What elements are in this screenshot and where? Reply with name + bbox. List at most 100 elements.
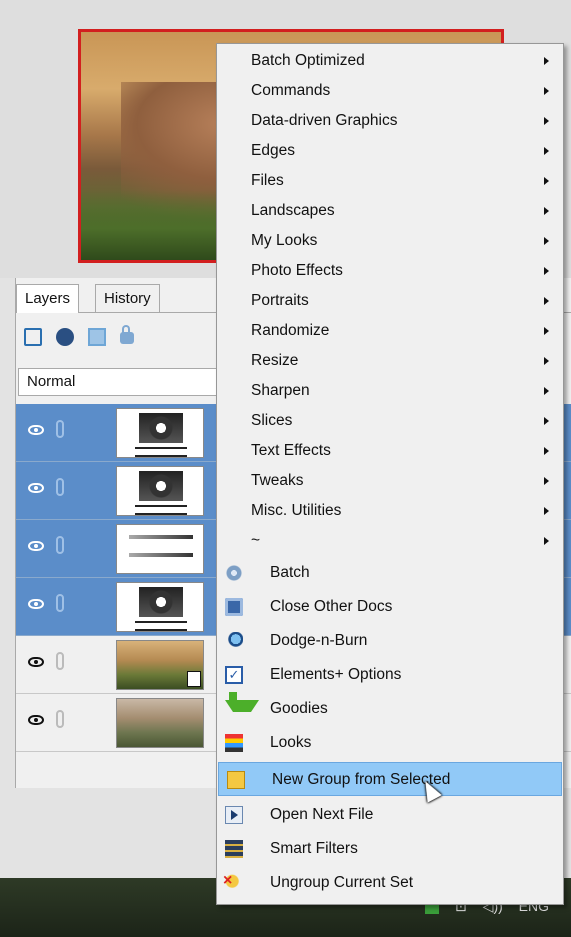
menu-item-label: Smart Filters bbox=[270, 840, 358, 857]
menu-item-label: My Looks bbox=[251, 232, 318, 249]
layer-mask-icon[interactable] bbox=[88, 328, 106, 346]
menu-submenu-portraits[interactable]: Portraits bbox=[217, 286, 563, 316]
submenu-arrow-icon bbox=[544, 477, 549, 485]
visibility-eye-icon[interactable] bbox=[28, 715, 44, 725]
submenu-arrow-icon bbox=[544, 117, 549, 125]
menu-item-label: Slices bbox=[251, 412, 293, 429]
menu-item-smart-filters[interactable]: Smart Filters bbox=[217, 832, 563, 866]
submenu-arrow-icon bbox=[544, 267, 549, 275]
menu-item-label: Edges bbox=[251, 142, 295, 159]
layer-thumbnail bbox=[116, 582, 204, 632]
menu-item-close-other-docs[interactable]: Close Other Docs bbox=[217, 590, 563, 624]
menu-submenu-text-effects[interactable]: Text Effects bbox=[217, 436, 563, 466]
close-docs-icon bbox=[225, 598, 243, 616]
play-next-icon bbox=[225, 806, 243, 824]
blend-mode-select[interactable]: Normal ▼ bbox=[18, 368, 243, 396]
menu-item-goodies[interactable]: Goodies bbox=[217, 692, 563, 726]
menu-submenu-edges[interactable]: Edges bbox=[217, 136, 563, 166]
submenu-arrow-icon bbox=[544, 327, 549, 335]
layer-thumbnail bbox=[116, 640, 204, 690]
submenu-arrow-icon bbox=[544, 357, 549, 365]
layer-thumbnail bbox=[116, 466, 204, 516]
submenu-arrow-icon bbox=[544, 447, 549, 455]
menu-item-label: Batch Optimized bbox=[251, 52, 365, 69]
link-chain-icon[interactable] bbox=[56, 478, 64, 496]
menu-item-label: Text Effects bbox=[251, 442, 331, 459]
submenu-arrow-icon bbox=[544, 537, 549, 545]
menu-submenu-photo-effects[interactable]: Photo Effects bbox=[217, 256, 563, 286]
adjustment-layer-icon[interactable] bbox=[56, 328, 74, 346]
layer-thumbnail bbox=[116, 408, 204, 458]
menu-submenu-batch-optimized[interactable]: Batch Optimized bbox=[217, 46, 563, 76]
menu-item-looks[interactable]: Looks bbox=[217, 726, 563, 760]
layer-thumbnail bbox=[116, 698, 204, 748]
blend-mode-value: Normal bbox=[27, 373, 76, 390]
menu-item-label: Elements+ Options bbox=[270, 666, 402, 683]
visibility-eye-icon[interactable] bbox=[28, 599, 44, 609]
menu-item-label: ~ bbox=[251, 532, 261, 549]
menu-submenu-slices[interactable]: Slices bbox=[217, 406, 563, 436]
menu-submenu-files[interactable]: Files bbox=[217, 166, 563, 196]
submenu-arrow-icon bbox=[544, 417, 549, 425]
menu-item-open-next-file[interactable]: Open Next File bbox=[217, 798, 563, 832]
folder-group-icon bbox=[227, 771, 245, 789]
checkbox-icon: ✓ bbox=[225, 666, 243, 684]
menu-item-elements-options[interactable]: ✓ Elements+ Options bbox=[217, 658, 563, 692]
menu-item-label: Resize bbox=[251, 352, 299, 369]
menu-item-new-group-from-selected[interactable]: New Group from Selected bbox=[218, 762, 562, 796]
dodge-burn-icon bbox=[225, 632, 243, 650]
menu-submenu-data-driven-graphics[interactable]: Data-driven Graphics bbox=[217, 106, 563, 136]
menu-item-label: Data-driven Graphics bbox=[251, 112, 398, 129]
menu-submenu-landscapes[interactable]: Landscapes bbox=[217, 196, 563, 226]
menu-item-label: Close Other Docs bbox=[270, 598, 393, 615]
smart-object-icon bbox=[187, 671, 201, 687]
link-chain-icon[interactable] bbox=[56, 710, 64, 728]
visibility-eye-icon[interactable] bbox=[28, 657, 44, 667]
tab-history[interactable]: History bbox=[95, 284, 160, 312]
menu-item-label: Photo Effects bbox=[251, 262, 343, 279]
menu-item-label: Goodies bbox=[270, 700, 328, 717]
submenu-arrow-icon bbox=[544, 297, 549, 305]
submenu-arrow-icon bbox=[544, 57, 549, 65]
tab-layers[interactable]: Layers bbox=[16, 284, 80, 313]
menu-item-label: Batch bbox=[270, 564, 310, 581]
menu-submenu-misc-utilities[interactable]: Misc. Utilities bbox=[217, 496, 563, 526]
menu-item-dodge-n-burn[interactable]: Dodge-n-Burn bbox=[217, 624, 563, 658]
menu-submenu-tweaks[interactable]: Tweaks bbox=[217, 466, 563, 496]
menu-item-label: Files bbox=[251, 172, 284, 189]
menu-item-label: Sharpen bbox=[251, 382, 310, 399]
link-chain-icon[interactable] bbox=[56, 420, 64, 438]
visibility-eye-icon[interactable] bbox=[28, 483, 44, 493]
menu-item-batch[interactable]: Batch bbox=[217, 556, 563, 590]
menu-submenu-commands[interactable]: Commands bbox=[217, 76, 563, 106]
menu-item-label: Randomize bbox=[251, 322, 330, 339]
menu-item-label: Looks bbox=[270, 734, 312, 751]
link-chain-icon[interactable] bbox=[56, 594, 64, 612]
visibility-eye-icon[interactable] bbox=[28, 541, 44, 551]
layer-thumbnail bbox=[116, 524, 204, 574]
menu-submenu-randomize[interactable]: Randomize bbox=[217, 316, 563, 346]
menu-item-label: Landscapes bbox=[251, 202, 335, 219]
submenu-arrow-icon bbox=[544, 177, 549, 185]
visibility-eye-icon[interactable] bbox=[28, 425, 44, 435]
submenu-arrow-icon bbox=[544, 387, 549, 395]
menu-submenu-tilde[interactable]: ~ bbox=[217, 526, 563, 556]
menu-submenu-resize[interactable]: Resize bbox=[217, 346, 563, 376]
menu-item-label: Dodge-n-Burn bbox=[270, 632, 368, 649]
menu-item-label: Misc. Utilities bbox=[251, 502, 342, 519]
menu-submenu-my-looks[interactable]: My Looks bbox=[217, 226, 563, 256]
link-chain-icon[interactable] bbox=[56, 652, 64, 670]
link-chain-icon[interactable] bbox=[56, 536, 64, 554]
menu-item-label: Ungroup Current Set bbox=[270, 874, 414, 891]
menu-item-ungroup-current-set[interactable]: Ungroup Current Set bbox=[217, 864, 563, 900]
submenu-arrow-icon bbox=[544, 507, 549, 515]
submenu-arrow-icon bbox=[544, 237, 549, 245]
submenu-arrow-icon bbox=[544, 207, 549, 215]
scripts-context-menu: Batch Optimized Commands Data-driven Gra… bbox=[216, 43, 564, 905]
lock-icon[interactable] bbox=[120, 325, 134, 344]
menu-item-label: Portraits bbox=[251, 292, 309, 309]
new-layer-icon[interactable] bbox=[24, 328, 42, 346]
smart-filters-icon bbox=[225, 840, 243, 858]
batch-gear-icon bbox=[225, 564, 243, 582]
menu-submenu-sharpen[interactable]: Sharpen bbox=[217, 376, 563, 406]
